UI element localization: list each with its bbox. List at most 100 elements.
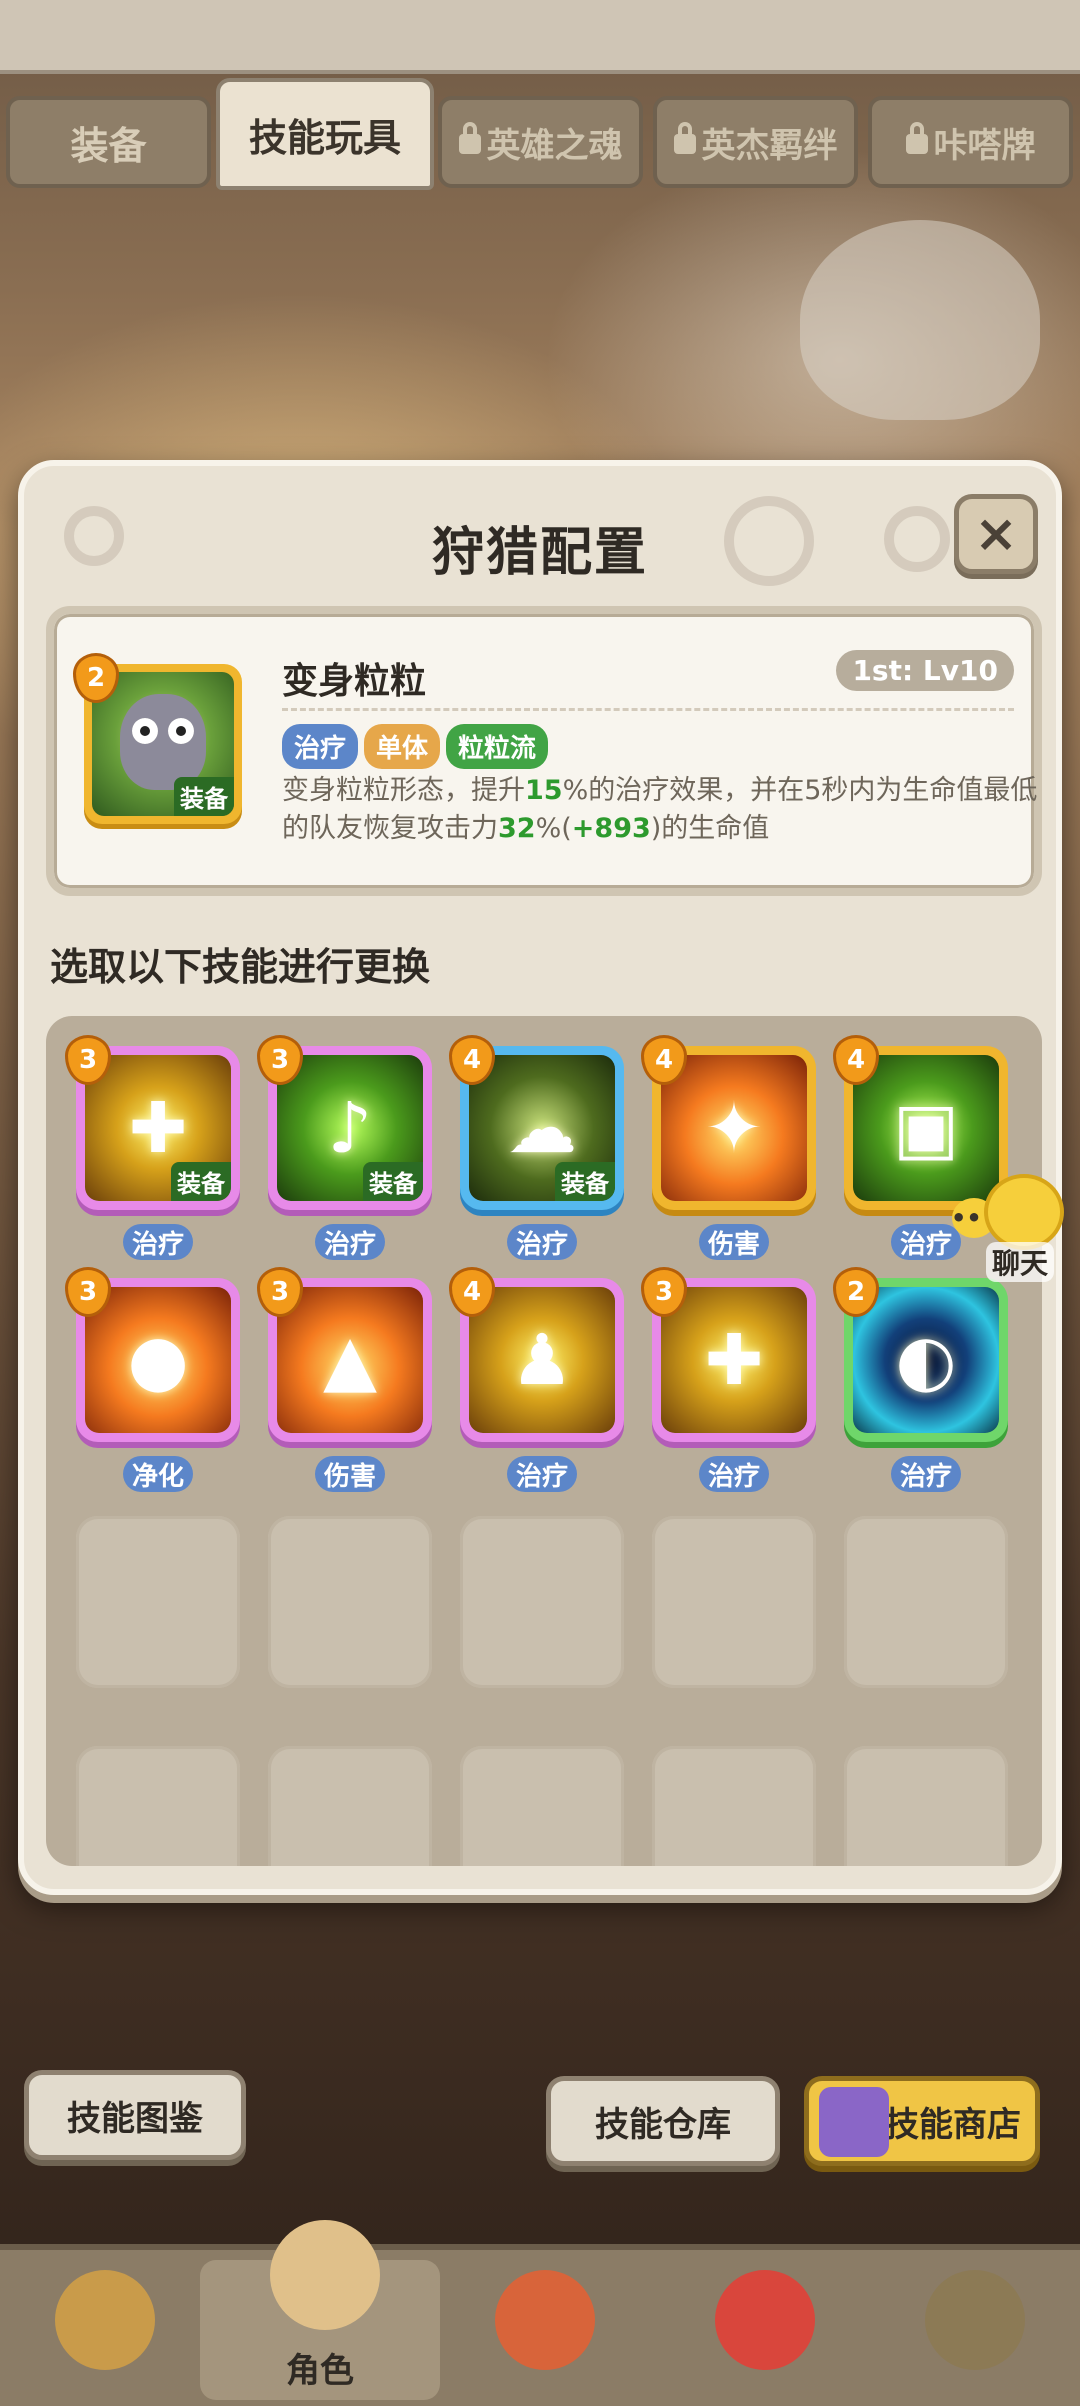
shop-icon (819, 2087, 889, 2157)
skill-storage-button[interactable]: 技能仓库 (546, 2076, 780, 2166)
desc-text: %( (535, 813, 572, 844)
skill-slot[interactable]: ☁ 装备 4 治疗 (452, 1038, 624, 1260)
skill-slot[interactable]: ♪ 装备 3 治疗 (260, 1038, 432, 1260)
skill-type-label: 伤害 (699, 1224, 769, 1260)
nav-item-5[interactable] (880, 2260, 1070, 2400)
empty-skill-slot (844, 1516, 1008, 1688)
skill-slot[interactable]: ▲ 3 伤害 (260, 1270, 432, 1492)
tab-label: 技能玩具 (248, 115, 401, 160)
empty-skill-slot (268, 1746, 432, 1866)
dialog-title: 狩猎配置 (431, 523, 648, 583)
nav-item-1[interactable] (10, 2260, 200, 2400)
skill-type-label: 治疗 (123, 1224, 193, 1260)
nav-item-3[interactable] (450, 2260, 640, 2400)
empty-skill-slot (844, 1746, 1008, 1866)
equipped-tag: 装备 (363, 1162, 423, 1201)
empty-skill-slot (460, 1516, 624, 1688)
tab-label: 英雄之魂 (486, 125, 623, 166)
nav-item-2[interactable]: 角色 (200, 2220, 440, 2400)
nav-item-4[interactable] (670, 2260, 860, 2400)
skill-frame: ♟ 4 (452, 1270, 624, 1442)
divider (282, 708, 1014, 711)
tab-bar: 装备 技能玩具 英雄之魂 英杰羁绊 咔嗒牌 (0, 78, 1080, 198)
top-strip (0, 0, 1080, 74)
desc-highlight: 15 (525, 775, 563, 806)
equipped-tag: 装备 (555, 1162, 615, 1201)
background-skull-decoration (800, 220, 1040, 420)
skill-frame: ✚ 3 (644, 1270, 816, 1442)
skill-glyph-icon: ♟ (510, 1319, 574, 1401)
skill-art: ● (85, 1287, 231, 1433)
empty-skill-slot (268, 1516, 432, 1688)
skill-frame: ✚ 装备 3 (68, 1038, 240, 1210)
empty-skill-slot (652, 1516, 816, 1688)
skill-type-label: 治疗 (699, 1456, 769, 1492)
desc-text: 变身粒粒形态，提升 (282, 775, 525, 806)
skill-grid: ✚ 装备 3 治疗 ♪ 装备 3 治疗 ☁ 装备 4 治疗 ✦ 4 伤害 ▣ 4 治疗 ● 3 净化 ▲ 3 伤害 ♟ 4 治疗 ✚ 3… (46, 1016, 1042, 1866)
chat-label: 聊天 (986, 1242, 1055, 1282)
nav-character-icon (270, 2220, 380, 2330)
skill-type-label: 伤害 (315, 1456, 385, 1492)
tab-label: 英杰羁绊 (701, 125, 838, 166)
skill-type-label: 治疗 (315, 1224, 385, 1260)
button-label: 技能商店 (885, 2104, 1021, 2145)
hunt-config-dialog: 狩猎配置 × 装备 2 变身粒粒 1st: Lv10 治疗 单体 粒粒流 变身粒… (18, 460, 1062, 1895)
skill-codex-button[interactable]: 技能图鉴 (24, 2070, 246, 2160)
skill-glyph-icon: ✚ (704, 1319, 764, 1401)
skill-type-label: 净化 (123, 1456, 193, 1492)
tab-equipment[interactable]: 装备 (6, 96, 211, 188)
nav-character-icon (495, 2270, 595, 2370)
skill-level-badge: 1st: Lv10 (836, 650, 1014, 691)
button-label: 技能仓库 (595, 2104, 731, 2145)
lock-icon (905, 122, 928, 154)
skill-type-label: 治疗 (507, 1224, 577, 1260)
skill-slot[interactable]: ✚ 3 治疗 (644, 1270, 816, 1492)
skill-art: ☁ 装备 (469, 1055, 615, 1201)
skill-slot[interactable]: ◐ 2 治疗 (836, 1270, 1008, 1492)
skill-art: ◐ (853, 1287, 999, 1433)
current-skill-icon[interactable]: 装备 2 (76, 656, 242, 824)
skill-art: ✚ 装备 (85, 1055, 231, 1201)
owl-icon (120, 694, 206, 790)
skill-slot[interactable]: ● 3 净化 (68, 1270, 240, 1492)
desc-highlight: +893 (571, 813, 651, 844)
empty-skill-slot (76, 1746, 240, 1866)
nav-character-icon (715, 2270, 815, 2370)
skill-glyph-icon: ◐ (895, 1319, 957, 1401)
chat-mascot-icon (988, 1178, 1060, 1246)
tab-hero-bond[interactable]: 英杰羁绊 (653, 96, 858, 188)
skill-slot[interactable]: ✦ 4 伤害 (644, 1038, 816, 1260)
skill-art: ✚ (661, 1287, 807, 1433)
desc-highlight: 32 (498, 813, 536, 844)
skill-frame: ▲ 3 (260, 1270, 432, 1442)
empty-skill-slot (76, 1516, 240, 1688)
current-skill-card: 装备 2 变身粒粒 1st: Lv10 治疗 单体 粒粒流 变身粒粒形态，提升1… (46, 606, 1042, 896)
skill-frame: ◐ 2 (836, 1270, 1008, 1442)
tag-heal: 治疗 (282, 724, 359, 769)
skill-art: ♟ (469, 1287, 615, 1433)
tab-label: 咔嗒牌 (933, 125, 1036, 166)
tab-label: 装备 (70, 123, 147, 168)
skill-slot[interactable]: ✚ 装备 3 治疗 (68, 1038, 240, 1260)
lock-icon (673, 122, 696, 154)
tab-hero-soul[interactable]: 英雄之魂 (438, 96, 643, 188)
chat-button[interactable]: ••• 聊天 (951, 1178, 1070, 1282)
tag-single-target: 单体 (364, 724, 441, 769)
tab-card[interactable]: 咔嗒牌 (868, 96, 1073, 188)
skill-frame: ☁ 装备 4 (452, 1038, 624, 1210)
skill-name: 变身粒粒 (282, 661, 427, 702)
nav-character-icon (925, 2270, 1025, 2370)
skill-art: ♪ 装备 (277, 1055, 423, 1201)
empty-skill-slot (652, 1746, 816, 1866)
tab-skill-toys[interactable]: 技能玩具 (216, 78, 434, 190)
skill-slot[interactable]: ♟ 4 治疗 (452, 1270, 624, 1492)
skill-shop-button[interactable]: 技能商店 (804, 2076, 1040, 2166)
skill-frame: ♪ 装备 3 (260, 1038, 432, 1210)
skill-glyph-icon: ▲ (323, 1319, 377, 1401)
close-button[interactable]: × (954, 494, 1038, 574)
close-icon: × (974, 504, 1018, 564)
skill-art: ▲ (277, 1287, 423, 1433)
owl-skill-art: 装备 (92, 672, 234, 816)
skill-frame: ✦ 4 (644, 1038, 816, 1210)
lock-icon (458, 122, 481, 154)
